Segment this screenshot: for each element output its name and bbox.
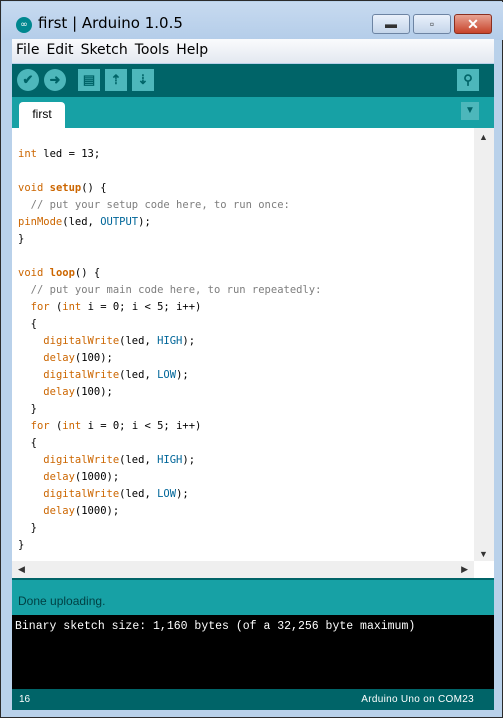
code-line: delay(1000);: [43, 471, 120, 483]
console-text: Binary sketch size: 1,160 bytes (of a 32…: [15, 620, 416, 633]
horizontal-scrollbar[interactable]: ◀ ▶: [12, 561, 474, 578]
new-button[interactable]: ▤: [78, 69, 100, 91]
code-line: for (int i = 0; i < 5; i++): [30, 420, 202, 432]
verify-button[interactable]: ✔: [17, 69, 39, 91]
status-bar: Done uploading.: [12, 578, 494, 615]
menu-file[interactable]: File: [12, 39, 42, 58]
tab-bar: first ▼: [12, 97, 494, 128]
scroll-up-icon[interactable]: ▲: [479, 132, 488, 142]
scroll-right-icon[interactable]: ▶: [461, 564, 468, 575]
code-line: }: [18, 403, 37, 415]
code-line: digitalWrite(led, LOW);: [43, 488, 189, 500]
code-line: }: [18, 539, 25, 551]
maximize-button[interactable]: ▫: [413, 14, 451, 34]
upload-button[interactable]: ➜: [44, 69, 66, 91]
menu-help[interactable]: Help: [172, 39, 211, 58]
code-line: digitalWrite(led, LOW);: [43, 369, 189, 381]
menu-sketch[interactable]: Sketch: [77, 39, 131, 58]
code-line: delay(100);: [43, 386, 113, 398]
board-info: Arduino Uno on COM23: [361, 694, 474, 705]
code-line: delay(1000);: [43, 505, 120, 517]
save-button[interactable]: ⇣: [132, 69, 154, 91]
scroll-left-icon[interactable]: ◀: [18, 564, 25, 575]
code-line: }: [18, 522, 37, 534]
open-button[interactable]: ⇡: [105, 69, 127, 91]
arrow-right-icon: ➜: [49, 72, 61, 87]
code-line: void setup() {: [18, 182, 107, 194]
arduino-window: ∞ first | Arduino 1.0.5 ▬ ▫ ✕ File Edit Sk…: [0, 0, 503, 718]
code-text[interactable]: int led = 13; void setup() { // put your…: [18, 146, 321, 554]
code-line: delay(100);: [43, 352, 113, 364]
window-title: first | Arduino 1.0.5: [38, 14, 183, 32]
code-editor[interactable]: int led = 13; void setup() { // put your…: [12, 128, 494, 578]
scroll-down-icon[interactable]: ▼: [479, 549, 488, 559]
close-button[interactable]: ✕: [454, 14, 492, 34]
menu-bar: File Edit Sketch Tools Help: [12, 39, 494, 63]
serial-monitor-button[interactable]: ⚲: [457, 69, 479, 91]
chevron-down-icon: ▼: [465, 105, 475, 116]
line-number: 16: [19, 694, 31, 705]
code-line: int led = 13;: [18, 148, 101, 160]
code-line: }: [18, 233, 25, 245]
code-line: digitalWrite(led, HIGH);: [43, 454, 196, 466]
footer-bar: 16 Arduino Uno on COM23: [12, 689, 494, 710]
minimize-button[interactable]: ▬: [372, 14, 410, 34]
code-line: pinMode(led, OUTPUT);: [18, 216, 151, 228]
arrow-down-icon: ⇣: [137, 72, 149, 87]
magnifier-icon: ⚲: [463, 72, 473, 87]
vertical-scrollbar[interactable]: ▲ ▼: [474, 128, 494, 561]
maximize-icon: ▫: [429, 17, 435, 31]
new-file-icon: ▤: [82, 72, 96, 87]
tab-menu-button[interactable]: ▼: [461, 102, 479, 120]
arrow-up-icon: ⇡: [110, 72, 122, 87]
tab-first[interactable]: first: [19, 102, 65, 128]
minimize-icon: ▬: [385, 17, 397, 31]
arduino-logo-icon: ∞: [16, 17, 32, 33]
menu-tools[interactable]: Tools: [131, 39, 173, 58]
close-icon: ✕: [467, 16, 479, 32]
code-line: // put your setup code here, to run once…: [30, 199, 290, 211]
title-bar[interactable]: ∞ first | Arduino 1.0.5 ▬ ▫ ✕: [2, 2, 503, 40]
code-line: // put your main code here, to run repea…: [30, 284, 322, 296]
code-line: digitalWrite(led, HIGH);: [43, 335, 196, 347]
code-line: for (int i = 0; i < 5; i++): [30, 301, 202, 313]
code-line: {: [18, 437, 37, 449]
checkmark-icon: ✔: [22, 72, 34, 87]
status-message: Done uploading.: [18, 594, 106, 608]
toolbar: ✔ ➜ ▤ ⇡ ⇣ ⚲: [12, 64, 494, 97]
code-line: void loop() {: [18, 267, 101, 279]
code-line: {: [18, 318, 37, 330]
menu-edit[interactable]: Edit: [42, 39, 76, 58]
console-output[interactable]: Binary sketch size: 1,160 bytes (of a 32…: [12, 615, 494, 689]
